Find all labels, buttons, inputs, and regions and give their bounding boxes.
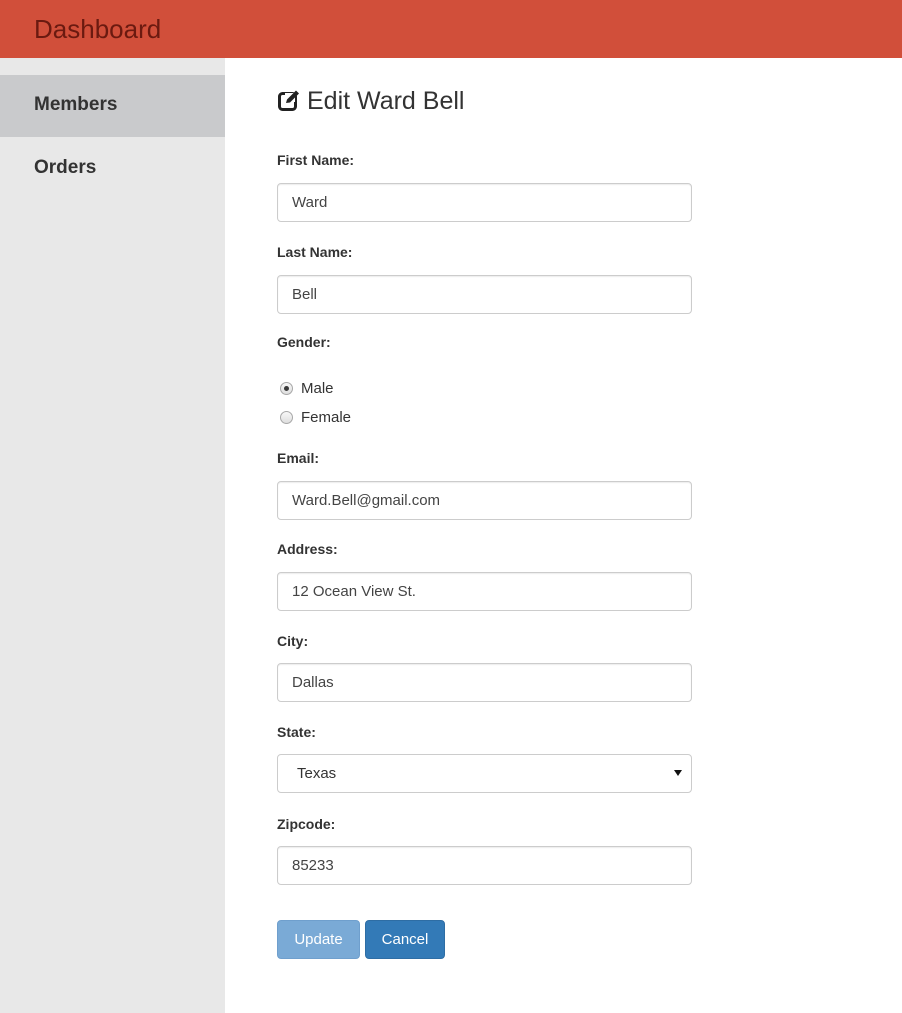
radio-label-female: Female: [301, 409, 352, 426]
gender-option-female[interactable]: Female: [280, 409, 351, 426]
update-button[interactable]: Update: [277, 920, 360, 959]
page-title-text: Edit Ward Bell: [307, 86, 465, 115]
address-input[interactable]: [277, 572, 692, 611]
first-name-input[interactable]: [277, 183, 692, 222]
radio-female[interactable]: [280, 411, 293, 424]
zipcode-input[interactable]: [277, 846, 692, 885]
brand-link[interactable]: Dashboard: [34, 14, 161, 44]
last-name-input[interactable]: [277, 275, 692, 314]
state-select[interactable]: Texas: [277, 754, 692, 793]
sidebar-item-members[interactable]: Members: [0, 75, 225, 137]
city-label: City:: [277, 633, 309, 649]
city-input[interactable]: [277, 663, 692, 702]
state-label: State:: [277, 724, 316, 740]
page-title: Edit Ward Bell: [277, 85, 464, 117]
caret-down-icon: [674, 770, 682, 776]
gender-option-male[interactable]: Male: [280, 380, 334, 397]
email-field[interactable]: [277, 481, 692, 520]
gender-label: Gender:: [277, 334, 331, 350]
state-select-value: Texas: [297, 765, 337, 782]
sidebar-item-orders[interactable]: Orders: [0, 138, 225, 200]
sidebar: Members Orders: [0, 58, 225, 1013]
cancel-button[interactable]: Cancel: [365, 920, 445, 959]
sidebar-item-label: Members: [34, 94, 118, 115]
top-navbar: Dashboard: [0, 0, 902, 58]
first-name-label: First Name:: [277, 152, 355, 168]
last-name-label: Last Name:: [277, 244, 353, 260]
zipcode-label: Zipcode:: [277, 816, 336, 832]
radio-label-male: Male: [301, 380, 334, 397]
email-label: Email:: [277, 450, 320, 466]
address-label: Address:: [277, 541, 338, 557]
radio-male[interactable]: [280, 382, 293, 395]
edit-icon: [277, 89, 301, 113]
sidebar-item-label: Orders: [34, 157, 97, 178]
